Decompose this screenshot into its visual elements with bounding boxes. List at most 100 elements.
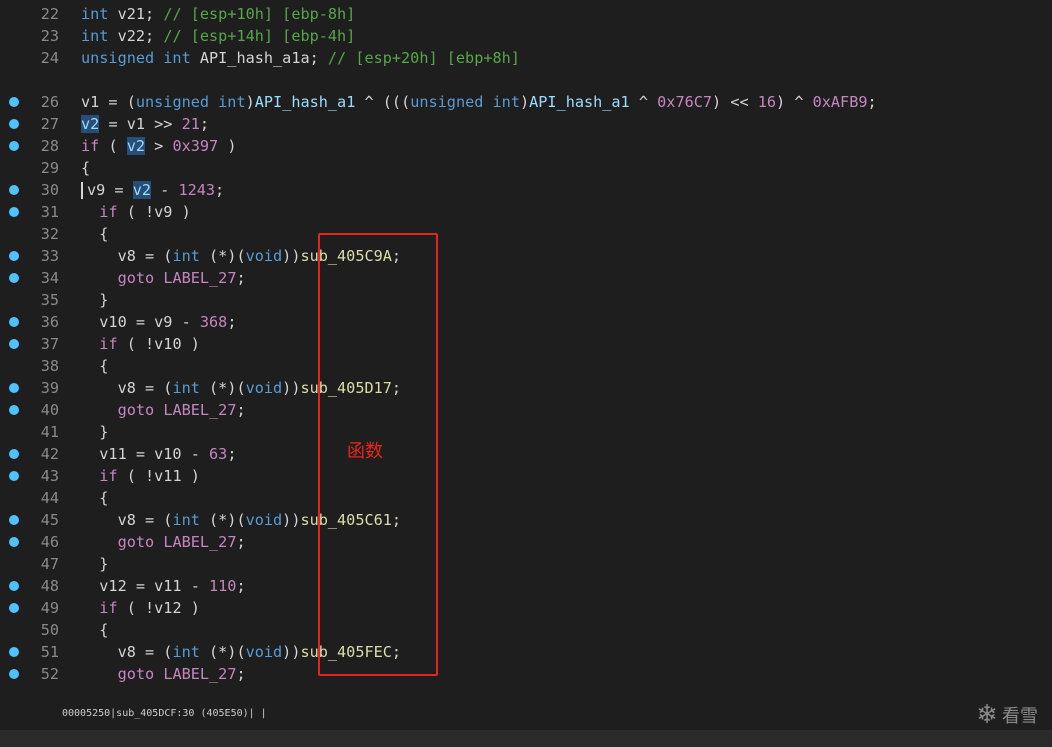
breakpoint-icon[interactable] <box>9 383 19 393</box>
breakpoint-icon[interactable] <box>9 515 19 525</box>
breakpoint-icon[interactable] <box>9 647 19 657</box>
line-number: 44 <box>40 489 59 507</box>
code-text[interactable]: if ( !v10 ) <box>81 333 200 355</box>
line-number: 35 <box>40 291 59 309</box>
code-text[interactable]: } <box>81 421 108 443</box>
code-line[interactable]: 52 goto LABEL_27; <box>0 663 1052 685</box>
code-line[interactable]: 23 int v22; // [esp+14h] [ebp-4h] <box>0 25 1052 47</box>
line-number: 46 <box>40 533 59 551</box>
code-line[interactable]: 48 v12 = v11 - 110; <box>0 575 1052 597</box>
code-line[interactable]: 46 goto LABEL_27; <box>0 531 1052 553</box>
code-line[interactable]: 39 v8 = (int (*)(void))sub_405D17; <box>0 377 1052 399</box>
code-line[interactable]: 37 if ( !v10 ) <box>0 333 1052 355</box>
code-text[interactable]: v2 = v1 >> 21; <box>81 113 209 135</box>
breakpoint-icon[interactable] <box>9 141 19 151</box>
code-line[interactable] <box>0 69 1052 91</box>
code-text[interactable]: } <box>81 289 108 311</box>
code-line[interactable]: 34 goto LABEL_27; <box>0 267 1052 289</box>
code-line[interactable]: 35 } <box>0 289 1052 311</box>
code-text[interactable]: int v22; // [esp+14h] [ebp-4h] <box>81 25 355 47</box>
breakpoint-icon[interactable] <box>9 119 19 129</box>
breakpoint-icon[interactable] <box>9 537 19 547</box>
breakpoint-icon[interactable] <box>9 669 19 679</box>
status-text: 00005250|sub_405DCF:30 (405E50)| | <box>62 708 267 719</box>
line-number: 32 <box>40 225 59 243</box>
line-number: 36 <box>40 313 59 331</box>
code-text[interactable]: goto LABEL_27; <box>81 267 246 289</box>
line-number: 48 <box>40 577 59 595</box>
code-line[interactable]: 30 v9 = v2 - 1243; <box>0 179 1052 201</box>
code-text[interactable]: { <box>81 355 108 377</box>
status-bar: 00005250|sub_405DCF:30 (405E50)| | <box>0 700 1052 730</box>
code-text[interactable]: v1 = (unsigned int)API_hash_a1 ^ (((unsi… <box>81 91 877 113</box>
code-text[interactable]: if ( !v12 ) <box>81 597 200 619</box>
line-number: 40 <box>40 401 59 419</box>
line-number: 51 <box>40 643 59 661</box>
code-line[interactable]: 38 { <box>0 355 1052 377</box>
code-line[interactable]: 22 int v21; // [esp+10h] [ebp-8h] <box>0 3 1052 25</box>
bottom-bar <box>0 730 1052 747</box>
code-text[interactable]: } <box>81 553 108 575</box>
breakpoint-icon[interactable] <box>9 405 19 415</box>
code-text[interactable]: v10 = v9 - 368; <box>81 311 236 333</box>
breakpoint-icon[interactable] <box>9 449 19 459</box>
code-text[interactable]: goto LABEL_27; <box>81 399 246 421</box>
code-text[interactable]: { <box>81 619 108 641</box>
code-text[interactable]: if ( v2 > 0x397 ) <box>81 135 236 157</box>
code-line[interactable]: 45 v8 = (int (*)(void))sub_405C61; <box>0 509 1052 531</box>
line-number: 24 <box>40 49 59 67</box>
code-line[interactable]: 26 v1 = (unsigned int)API_hash_a1 ^ (((un… <box>0 91 1052 113</box>
line-number: 34 <box>40 269 59 287</box>
line-number: 23 <box>40 27 59 45</box>
code-line[interactable]: 42 v11 = v10 - 63; <box>0 443 1052 465</box>
line-number: 33 <box>40 247 59 265</box>
breakpoint-icon[interactable] <box>9 97 19 107</box>
code-line[interactable]: 32 { <box>0 223 1052 245</box>
watermark: ❄ 看雪 <box>976 702 1038 728</box>
code-line[interactable]: 41 } <box>0 421 1052 443</box>
line-number: 38 <box>40 357 59 375</box>
code-line[interactable]: 29 { <box>0 157 1052 179</box>
code-line[interactable]: 31 if ( !v9 ) <box>0 201 1052 223</box>
line-number: 27 <box>40 115 59 133</box>
code-text[interactable]: unsigned int API_hash_a1a; // [esp+20h] … <box>81 47 520 69</box>
code-editor[interactable]: 22 int v21; // [esp+10h] [ebp-8h] 23 int v2… <box>0 3 1052 693</box>
line-number: 29 <box>40 159 59 177</box>
code-line[interactable]: 40 goto LABEL_27; <box>0 399 1052 421</box>
code-text[interactable]: v11 = v10 - 63; <box>81 443 236 465</box>
code-line[interactable]: 43 if ( !v11 ) <box>0 465 1052 487</box>
breakpoint-icon[interactable] <box>9 317 19 327</box>
code-line[interactable]: 27 v2 = v1 >> 21; <box>0 113 1052 135</box>
code-line[interactable]: 24 unsigned int API_hash_a1a; // [esp+20h… <box>0 47 1052 69</box>
code-text[interactable]: v12 = v11 - 110; <box>81 575 245 597</box>
code-text[interactable]: v9 = v2 - 1243; <box>81 179 224 201</box>
breakpoint-icon[interactable] <box>9 471 19 481</box>
code-line[interactable]: 47 } <box>0 553 1052 575</box>
watermark-text: 看雪 <box>1002 706 1038 727</box>
breakpoint-icon[interactable] <box>9 207 19 217</box>
breakpoint-icon[interactable] <box>9 273 19 283</box>
code-line[interactable]: 28 if ( v2 > 0x397 ) <box>0 135 1052 157</box>
code-text[interactable]: { <box>81 157 90 179</box>
code-line[interactable]: 49 if ( !v12 ) <box>0 597 1052 619</box>
breakpoint-icon[interactable] <box>9 185 19 195</box>
code-line[interactable]: 33 v8 = (int (*)(void))sub_405C9A; <box>0 245 1052 267</box>
line-number: 52 <box>40 665 59 683</box>
breakpoint-icon[interactable] <box>9 339 19 349</box>
line-number: 37 <box>40 335 59 353</box>
code-line[interactable]: 44 { <box>0 487 1052 509</box>
breakpoint-icon[interactable] <box>9 603 19 613</box>
code-text[interactable]: if ( !v9 ) <box>81 201 190 223</box>
code-text[interactable]: { <box>81 223 108 245</box>
code-line[interactable]: 51 v8 = (int (*)(void))sub_405FEC; <box>0 641 1052 663</box>
code-line[interactable]: 50 { <box>0 619 1052 641</box>
breakpoint-icon[interactable] <box>9 581 19 591</box>
breakpoint-icon[interactable] <box>9 251 19 261</box>
code-text[interactable]: goto LABEL_27; <box>81 663 246 685</box>
code-text[interactable]: goto LABEL_27; <box>81 531 246 553</box>
code-text[interactable]: if ( !v11 ) <box>81 465 200 487</box>
line-number: 47 <box>40 555 59 573</box>
code-text[interactable]: int v21; // [esp+10h] [ebp-8h] <box>81 3 355 25</box>
code-text[interactable]: { <box>81 487 108 509</box>
code-line[interactable]: 36 v10 = v9 - 368; <box>0 311 1052 333</box>
